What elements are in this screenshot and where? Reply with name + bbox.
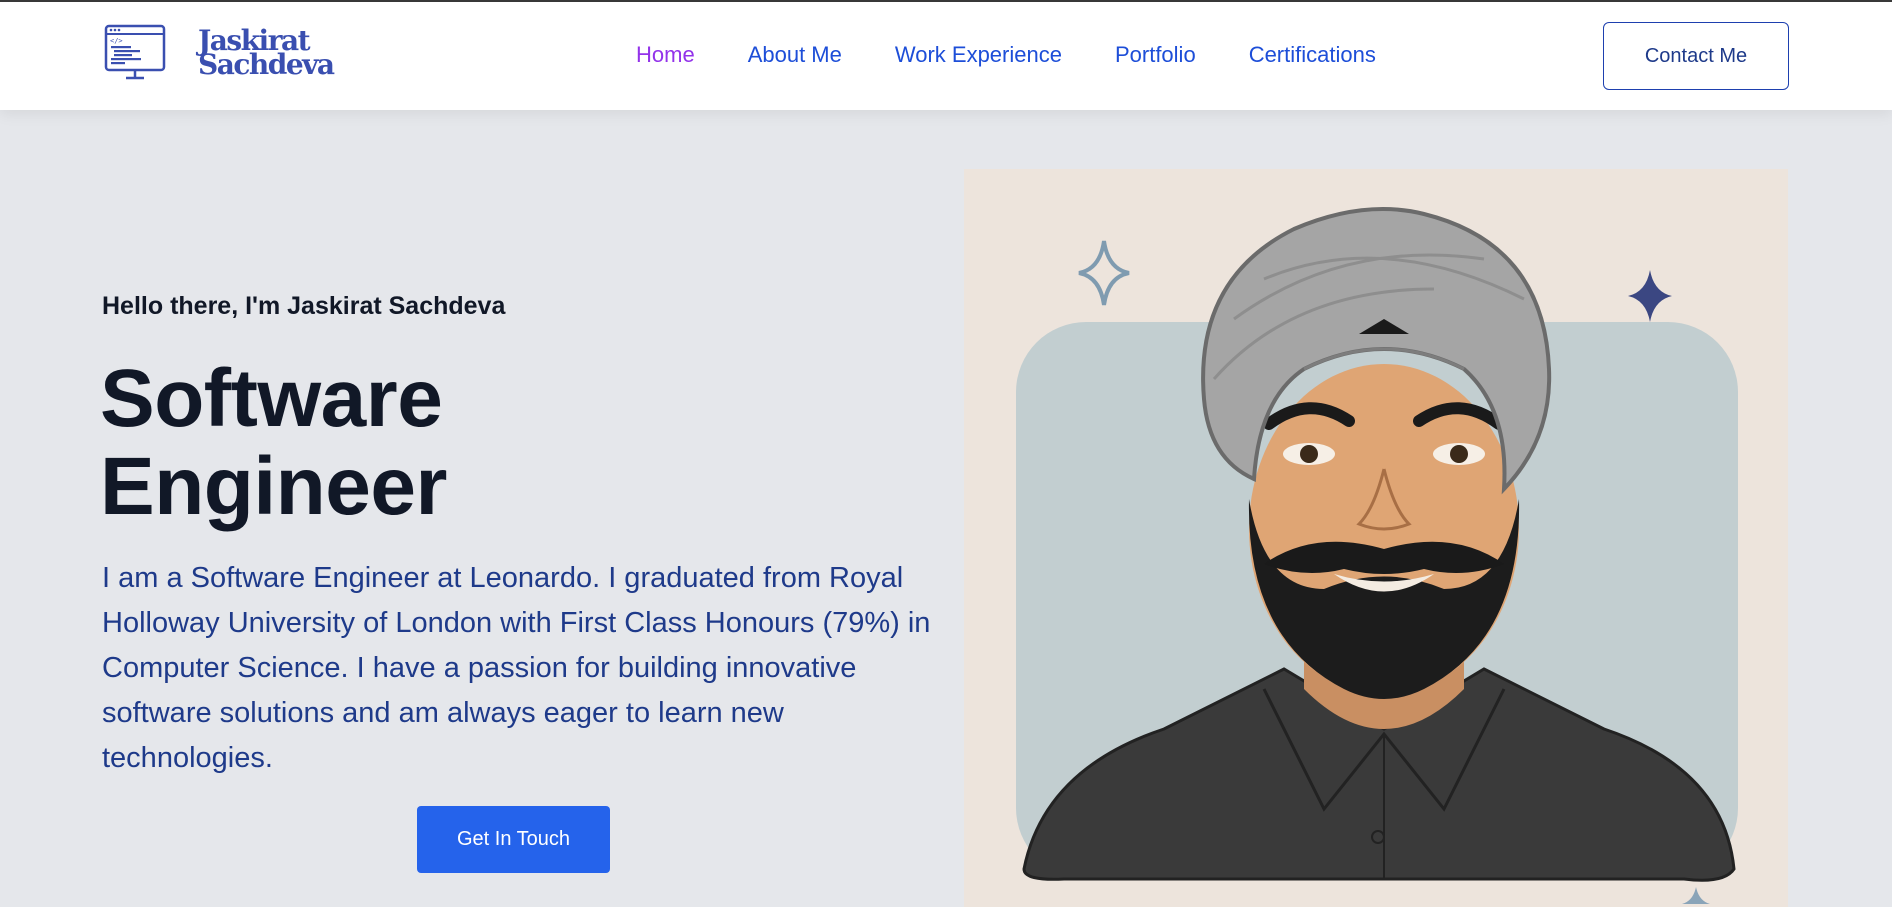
nav-home[interactable]: Home	[636, 42, 695, 68]
sparkle-icon	[1078, 240, 1130, 306]
site-logo[interactable]: </> Jaskirat Sachdeva	[104, 24, 335, 82]
main-nav: Home About Me Work Experience Portfolio …	[636, 42, 1429, 68]
nav-portfolio[interactable]: Portfolio	[1115, 42, 1196, 68]
get-in-touch-button[interactable]: Get In Touch	[417, 806, 610, 873]
logo-last-name: Sachdeva	[198, 48, 335, 81]
nav-certifications[interactable]: Certifications	[1249, 42, 1376, 68]
logo-wordmark: Jaskirat Sachdeva	[198, 27, 335, 81]
hero-title: Software Engineer	[100, 355, 660, 531]
hero-title-line-2: Engineer	[100, 441, 447, 532]
sparkle-icon	[1628, 270, 1672, 322]
site-header: </> Jaskirat Sachdeva Home About Me Work…	[0, 2, 1892, 110]
avatar-illustration	[1016, 207, 1738, 904]
hero-description: I am a Software Engineer at Leonardo. I …	[102, 562, 931, 774]
contact-me-button[interactable]: Contact Me	[1603, 22, 1789, 90]
nav-about-me[interactable]: About Me	[748, 42, 842, 68]
svg-text:</>: </>	[110, 37, 123, 45]
code-monitor-icon: </>	[104, 24, 166, 80]
hero-greeting: Hello there, I'm Jaskirat Sachdeva	[102, 292, 506, 320]
profile-illustration	[964, 169, 1788, 907]
sparkle-icon	[1682, 887, 1710, 904]
hero-title-line-1: Software	[100, 353, 443, 444]
nav-work-experience[interactable]: Work Experience	[895, 42, 1062, 68]
